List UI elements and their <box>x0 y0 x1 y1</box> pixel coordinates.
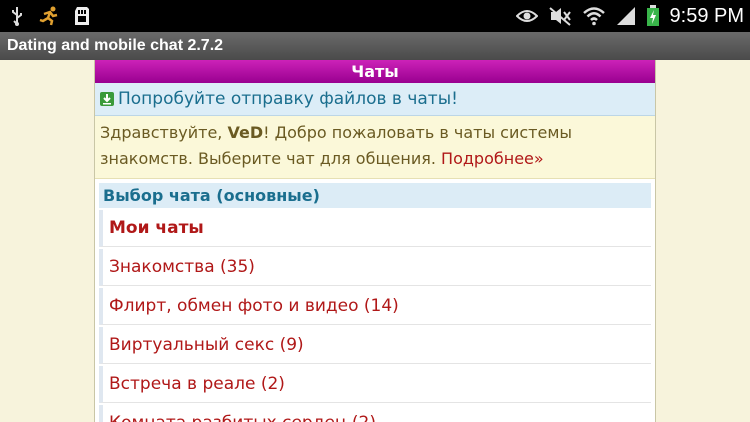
page-content: Чаты Попробуйте отправку файлов в чаты! … <box>94 60 656 422</box>
more-link[interactable]: Подробнее» <box>441 149 544 168</box>
chat-item-label: Мои чаты <box>109 218 204 238</box>
chat-item-label: Знакомства (35) <box>109 257 255 277</box>
status-time: 9:59 PM <box>669 4 744 27</box>
chat-select-title: Выбор чата (основные) <box>103 186 320 205</box>
signal-icon <box>616 7 635 25</box>
chat-item-label: Виртуальный секс (9) <box>109 335 304 355</box>
battery-charging-icon <box>646 5 659 26</box>
usb-icon <box>12 7 22 26</box>
chat-item-dating[interactable]: Знакомства (35) <box>99 249 651 286</box>
promo-banner[interactable]: Попробуйте отправку файлов в чаты! <box>95 83 655 116</box>
section-header: Чаты <box>95 60 655 83</box>
chat-list: Мои чаты Знакомства (35) Флирт, обмен фо… <box>99 210 651 422</box>
download-icon <box>100 92 114 106</box>
chat-item-virtual[interactable]: Виртуальный секс (9) <box>99 327 651 364</box>
chat-item-broken-hearts[interactable]: Комната разбитых сердец (2) <box>99 405 651 422</box>
chat-select-header: Выбор чата (основные) <box>99 183 651 208</box>
welcome-greeting: Здравствуйте, <box>100 123 228 142</box>
app-title-bar: Dating and mobile chat 2.7.2 <box>0 32 750 60</box>
chat-item-label: Флирт, обмен фото и видео (14) <box>109 296 399 316</box>
mute-icon <box>548 7 571 26</box>
app-title: Dating and mobile chat 2.7.2 <box>7 37 224 54</box>
running-man-icon <box>39 6 58 26</box>
chat-item-flirt[interactable]: Флирт, обмен фото и видео (14) <box>99 288 651 325</box>
sd-card-icon <box>75 7 89 25</box>
username: VeD <box>227 123 264 142</box>
eye-icon <box>515 10 538 22</box>
chat-item-label: Комната разбитых сердец (2) <box>109 413 376 422</box>
status-bar: 9:59 PM <box>0 0 750 32</box>
wifi-icon <box>582 7 605 26</box>
promo-text[interactable]: Попробуйте отправку файлов в чаты! <box>118 89 458 109</box>
chat-item-meetup[interactable]: Встреча в реале (2) <box>99 366 651 403</box>
section-title: Чаты <box>351 62 399 81</box>
welcome-message: Здравствуйте, VeD! Добро пожаловать в ча… <box>95 116 655 179</box>
chat-item-my-chats[interactable]: Мои чаты <box>99 210 651 247</box>
chat-item-label: Встреча в реале (2) <box>109 374 285 394</box>
